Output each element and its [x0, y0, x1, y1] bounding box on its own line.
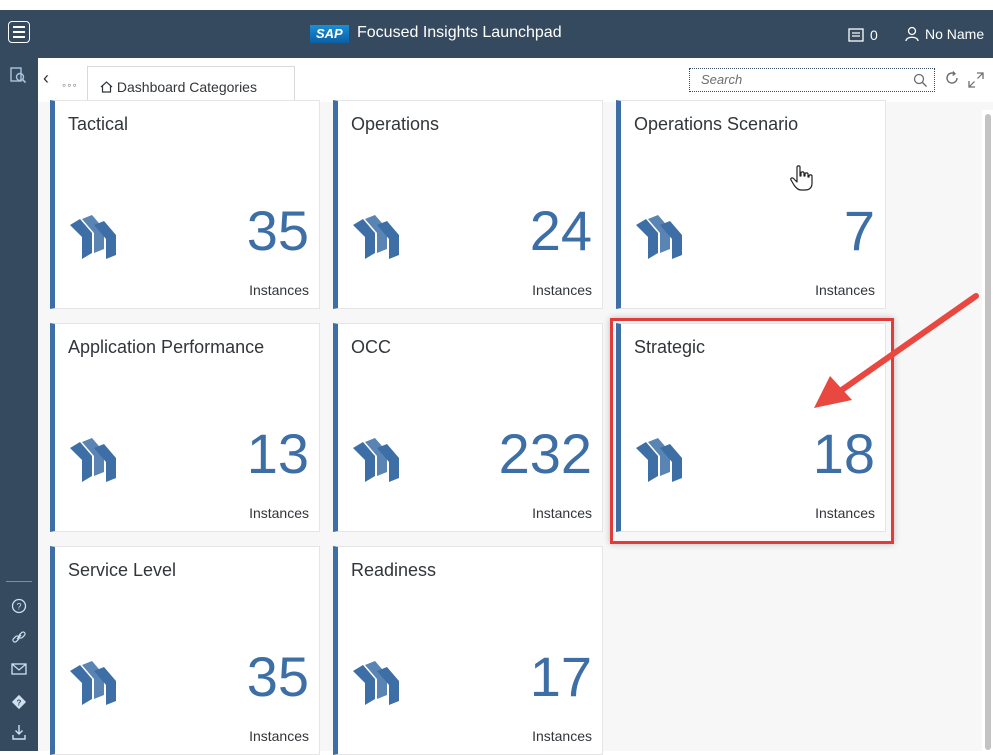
- tile-count: 13: [246, 422, 309, 485]
- tile-count: 35: [246, 645, 309, 708]
- link-icon[interactable]: [10, 629, 28, 647]
- sap-logo: SAP: [310, 25, 349, 43]
- user-menu-button[interactable]: No Name: [905, 26, 984, 42]
- refresh-icon[interactable]: [944, 70, 960, 86]
- tile-tactical[interactable]: Tactical 35 Instances: [50, 100, 320, 309]
- help-icon[interactable]: ?: [10, 598, 28, 616]
- tile-readiness[interactable]: Readiness 17 Instances: [333, 546, 603, 755]
- tile-unit: Instances: [249, 728, 309, 744]
- tile-unit: Instances: [532, 728, 592, 744]
- tile-title: Readiness: [351, 560, 437, 580]
- notifications-count: 0: [870, 27, 878, 43]
- tiles-stack-icon: [353, 215, 399, 259]
- email-icon[interactable]: [10, 662, 28, 680]
- breadcrumb-label: Dashboard Categories: [116, 79, 257, 95]
- notifications-icon: [848, 28, 864, 42]
- left-side-rail: ? ?: [0, 58, 38, 751]
- annotation-arrow-icon: [814, 293, 979, 408]
- rail-divider: [6, 581, 32, 582]
- tiles-stack-icon: [636, 215, 682, 259]
- hamburger-menu-icon[interactable]: [8, 21, 30, 43]
- tiles-stack-icon: [353, 438, 399, 482]
- fullscreen-icon[interactable]: [968, 72, 984, 88]
- search-placeholder: Search: [701, 72, 743, 87]
- tile-count: 232: [498, 422, 592, 485]
- notifications-button[interactable]: 0: [848, 27, 878, 43]
- tile-count: 7: [843, 199, 875, 262]
- tile-title: Operations Scenario: [634, 114, 799, 134]
- tile-unit: Instances: [249, 282, 309, 298]
- svg-text:?: ?: [17, 699, 22, 708]
- tile-title: OCC: [351, 337, 391, 357]
- home-icon: [100, 81, 113, 93]
- tile-title: Application Performance: [68, 337, 265, 357]
- more-breadcrumbs-button[interactable]: ◦◦◦: [62, 78, 78, 92]
- user-name: No Name: [925, 26, 985, 42]
- back-chevron-icon[interactable]: ‹: [43, 68, 49, 89]
- tile-service-level[interactable]: Service Level 35 Instances: [50, 546, 320, 755]
- tile-count: 17: [529, 645, 592, 708]
- breadcrumb-tab[interactable]: Dashboard Categories: [87, 66, 295, 104]
- tile-unit: Instances: [532, 505, 592, 521]
- tiles-stack-icon: [70, 661, 116, 705]
- tile-operations[interactable]: Operations 24 Instances: [333, 100, 603, 309]
- vertical-scrollbar[interactable]: [982, 110, 993, 751]
- document-search-icon[interactable]: [9, 66, 27, 84]
- person-icon: [905, 26, 919, 42]
- app-title: Focused Insights Launchpad: [357, 24, 562, 41]
- tiles-stack-icon: [353, 661, 399, 705]
- tile-count: 24: [529, 199, 592, 262]
- search-icon[interactable]: [913, 73, 928, 88]
- tile-count: 35: [246, 199, 309, 262]
- question-diamond-icon[interactable]: ?: [10, 694, 28, 712]
- tiles-stack-icon: [70, 215, 116, 259]
- tile-title: Tactical: [68, 114, 129, 134]
- tile-title: Service Level: [68, 560, 177, 580]
- tile-unit: Instances: [532, 282, 592, 298]
- navigation-bar: ‹ ◦◦◦ Dashboard Categories Search: [38, 58, 993, 104]
- tile-occ[interactable]: OCC 232 Instances: [333, 323, 603, 532]
- tile-operations-scenario[interactable]: Operations Scenario 7 Instances: [616, 100, 886, 309]
- hand-pointer-icon: [790, 165, 813, 191]
- tile-title: Operations: [351, 114, 440, 134]
- svg-text:?: ?: [16, 602, 21, 612]
- search-input[interactable]: Search: [689, 68, 935, 92]
- tile-application-performance[interactable]: Application Performance 13 Instances: [50, 323, 320, 532]
- tile-unit: Instances: [249, 505, 309, 521]
- scrollbar-thumb[interactable]: [985, 114, 991, 750]
- download-icon[interactable]: [10, 724, 28, 742]
- tiles-stack-icon: [70, 438, 116, 482]
- shell-header: SAP Focused Insights Launchpad 0 No Name: [0, 10, 993, 58]
